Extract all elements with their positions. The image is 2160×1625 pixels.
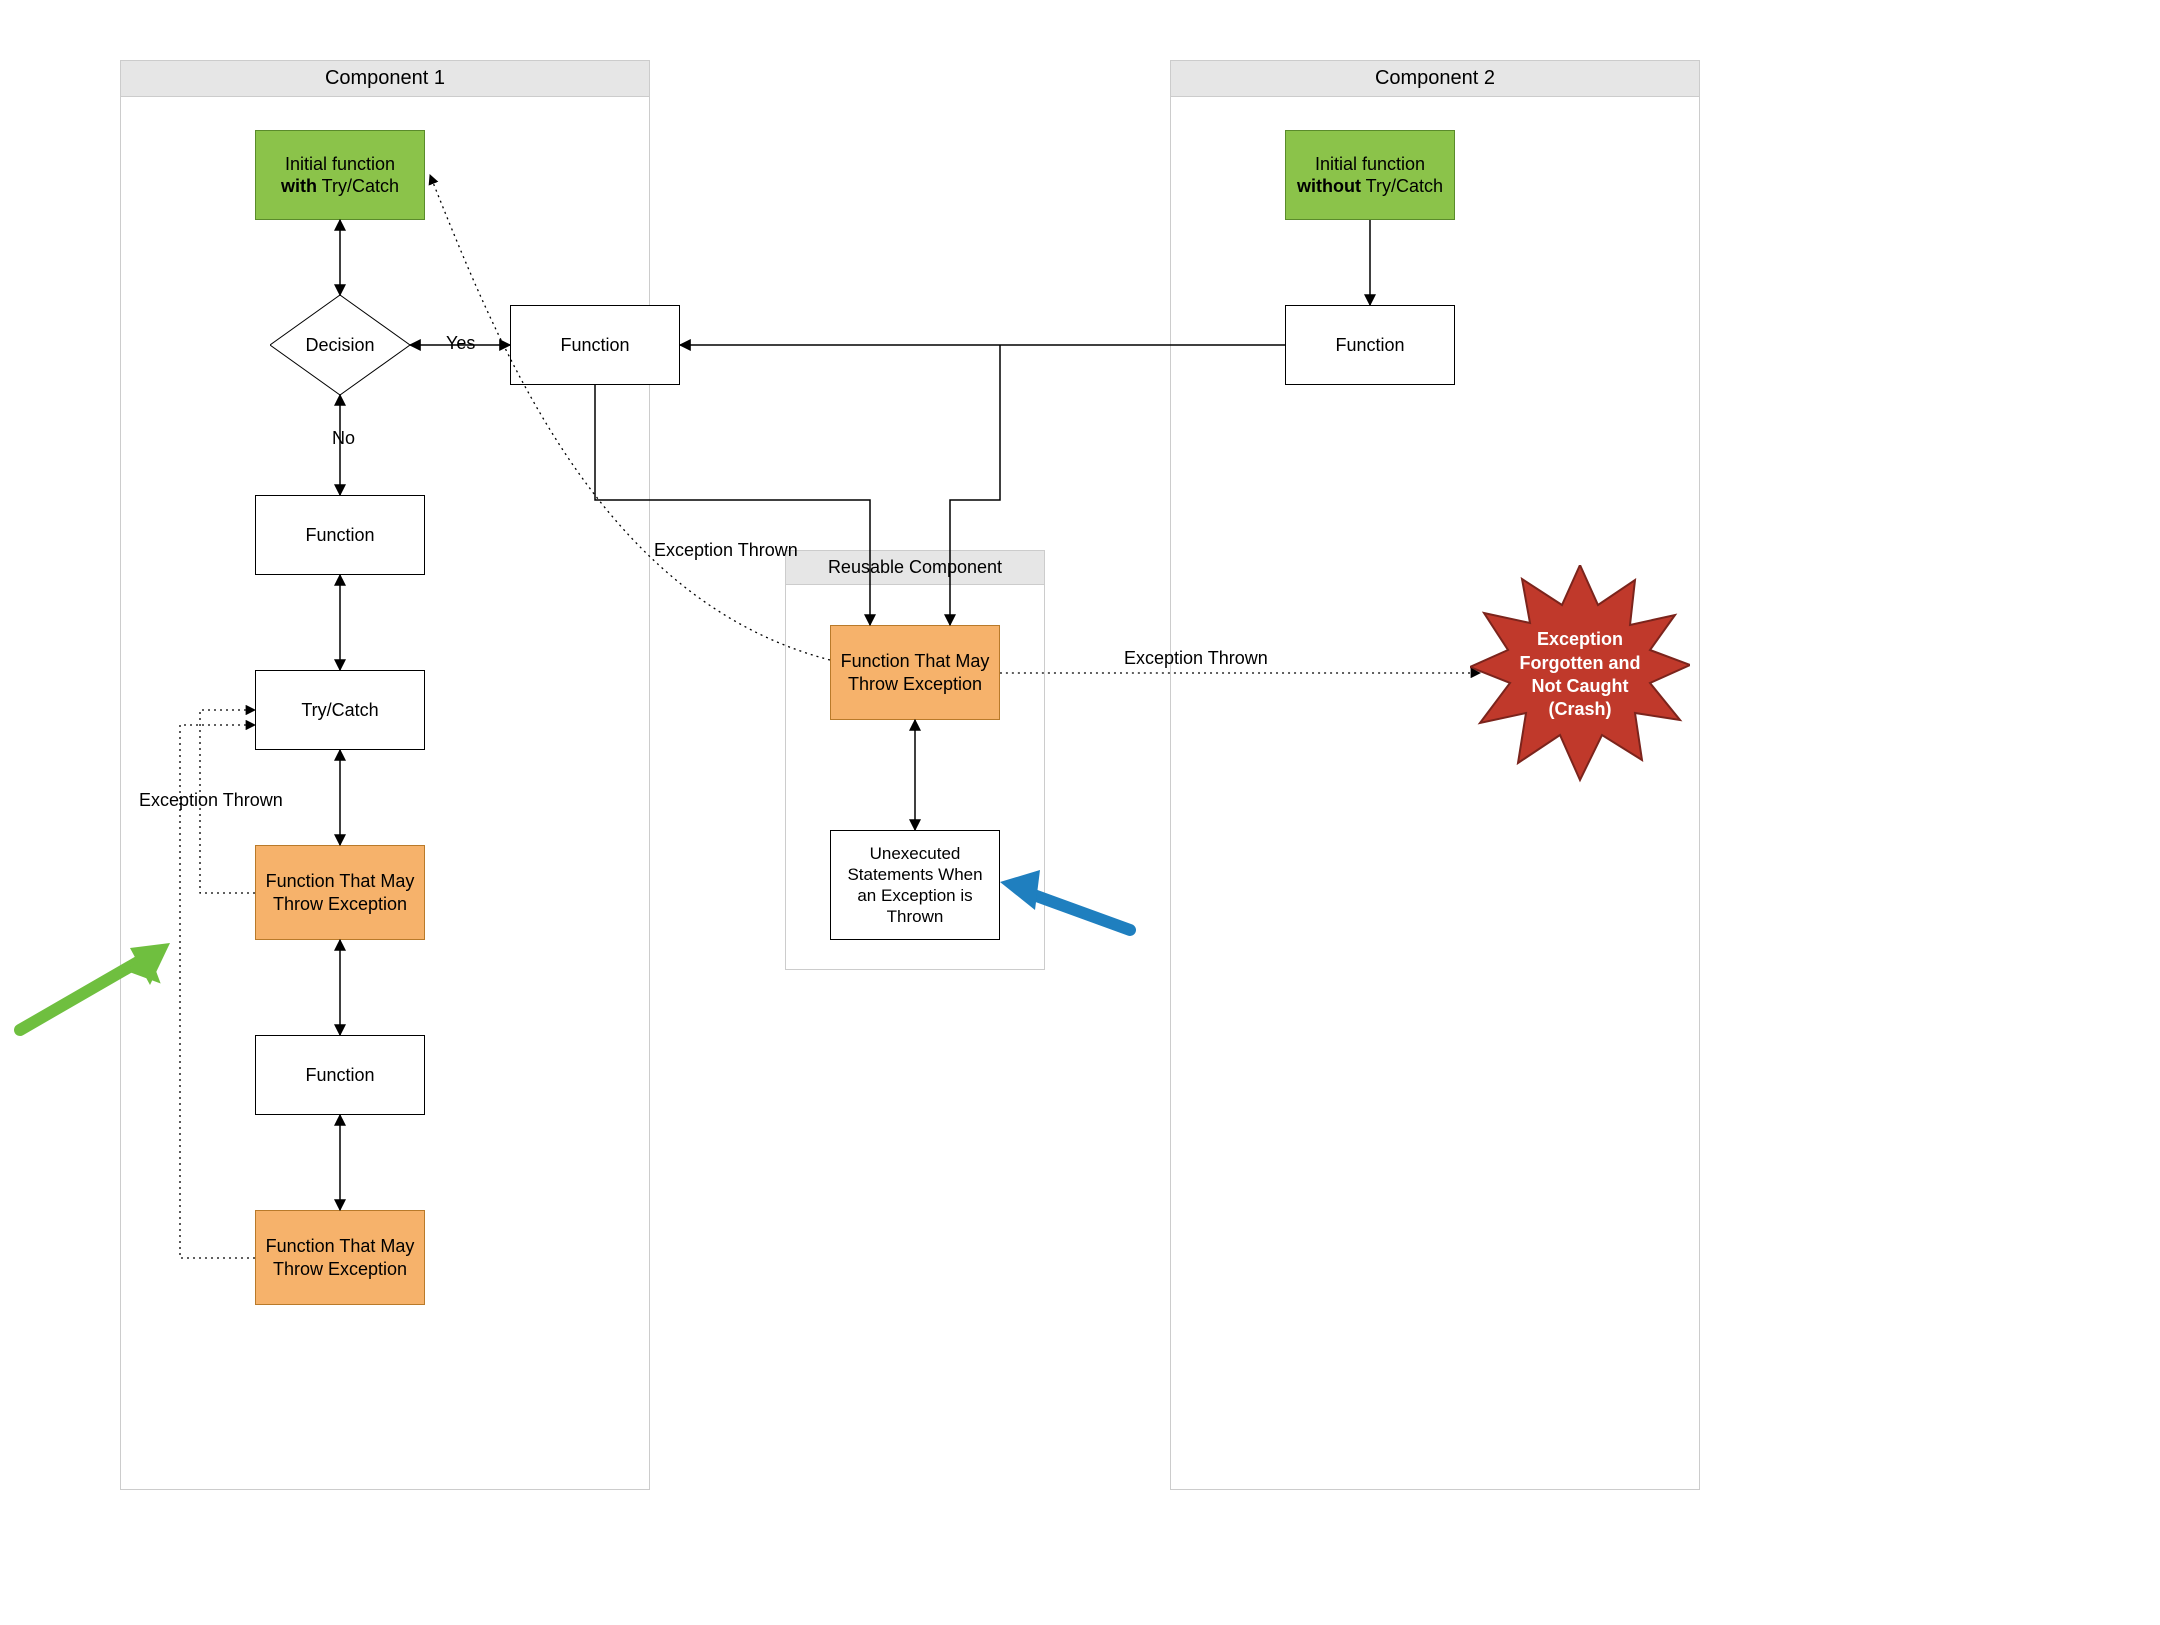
node-c1-function-below: Function: [255, 495, 425, 575]
node-c1-trycatch: Try/Catch: [255, 670, 425, 750]
diagram-canvas: Component 1 Component 2 Reusable Compone…: [0, 0, 2160, 1625]
edge-label-no: No: [328, 428, 359, 449]
node-c2-initial-line1: Initial function: [1315, 154, 1425, 174]
node-reusable-throw: Function That May Throw Exception: [830, 625, 1000, 720]
node-decision: Decision: [270, 295, 410, 395]
node-c1-initial-line2: Try/Catch: [317, 176, 399, 196]
edge-label-exception-left: Exception Thrown: [135, 790, 287, 811]
node-c1-function-mid: Function: [255, 1035, 425, 1115]
node-crash-label: Exception Forgotten and Not Caught (Cras…: [1470, 565, 1690, 785]
node-c2-initial: Initial function without Try/Catch: [1285, 130, 1455, 220]
node-c1-throw2-label: Function That May Throw Exception: [262, 1235, 418, 1280]
node-c1-initial: Initial function with Try/Catch: [255, 130, 425, 220]
edge-label-yes: Yes: [442, 333, 479, 354]
node-c2-function: Function: [1285, 305, 1455, 385]
node-c1-throw1: Function That May Throw Exception: [255, 845, 425, 940]
edge-label-exception-mid: Exception Thrown: [650, 540, 802, 561]
node-reusable-unexec: Unexecuted Statements When an Exception …: [830, 830, 1000, 940]
node-c1-throw1-label: Function That May Throw Exception: [262, 870, 418, 915]
node-c2-initial-line2: Try/Catch: [1361, 176, 1443, 196]
container-reusable-title: Reusable Component: [786, 551, 1044, 585]
node-c1-function-mid-label: Function: [305, 1064, 374, 1087]
edge-label-exception-right: Exception Thrown: [1120, 648, 1272, 669]
node-c1-trycatch-label: Try/Catch: [301, 699, 378, 722]
node-c2-initial-bold: without: [1297, 176, 1361, 196]
node-c1-initial-line1: Initial function: [285, 154, 395, 174]
node-decision-label: Decision: [270, 295, 410, 395]
node-c1-function-right-label: Function: [560, 334, 629, 357]
node-reusable-throw-label: Function That May Throw Exception: [837, 650, 993, 695]
node-c2-function-label: Function: [1335, 334, 1404, 357]
node-reusable-unexec-label: Unexecuted Statements When an Exception …: [837, 843, 993, 928]
node-c1-function-right: Function: [510, 305, 680, 385]
node-c1-initial-bold: with: [281, 176, 317, 196]
node-c1-throw2: Function That May Throw Exception: [255, 1210, 425, 1305]
container-component1-title: Component 1: [121, 61, 649, 97]
node-c1-function-below-label: Function: [305, 524, 374, 547]
container-component2-title: Component 2: [1171, 61, 1699, 97]
node-crash: Exception Forgotten and Not Caught (Cras…: [1470, 565, 1690, 785]
